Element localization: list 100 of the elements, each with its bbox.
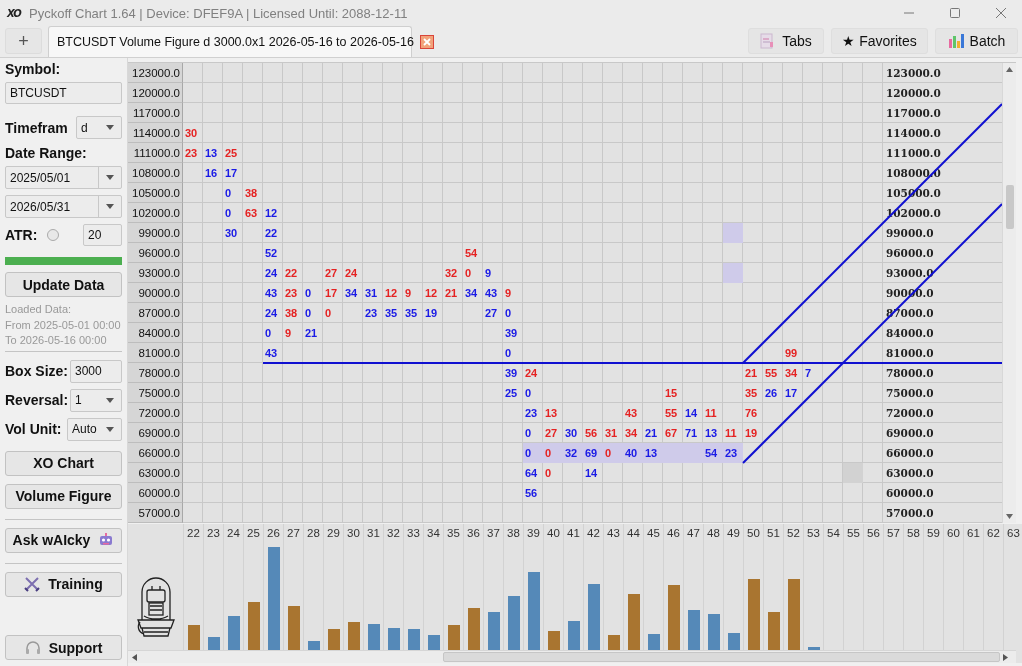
volume-count: 25 <box>504 386 519 401</box>
volume-count: 13 <box>704 426 719 441</box>
volume-count: 13 <box>643 443 663 463</box>
scroll-down-icon[interactable] <box>1006 514 1013 519</box>
volume-figure-button[interactable]: Volume Figure <box>5 483 122 509</box>
close-icon[interactable] <box>996 8 1006 18</box>
ask-assistant-button[interactable]: Ask wAIcky <box>5 527 122 553</box>
volume-count: 23 <box>723 443 743 463</box>
dropdown[interactable]: 2025/05/01 <box>5 166 122 189</box>
volume-bar <box>387 628 400 650</box>
dropdown-arrow-icon[interactable] <box>106 397 114 403</box>
volume-count: 9 <box>484 266 493 281</box>
column-number: 53 <box>807 526 820 541</box>
volume-count: 63 <box>244 206 259 221</box>
volume-count: 23 <box>284 286 299 301</box>
volume-count: 32 <box>563 443 583 463</box>
new-tab-button[interactable]: + <box>5 28 42 54</box>
volume-count: 21 <box>644 426 659 441</box>
volume-count: 17 <box>224 166 239 181</box>
dropdown-arrow-icon[interactable] <box>106 125 114 130</box>
dropdown-arrow-icon[interactable] <box>106 175 114 180</box>
volume-bar <box>327 629 340 650</box>
price-label: 63000.0 <box>128 463 183 483</box>
dropdown[interactable]: 1 <box>70 388 122 412</box>
volume-count: 23 <box>524 406 539 421</box>
atr-radio[interactable] <box>47 229 60 241</box>
volume-count: 34 <box>784 366 799 381</box>
volume-count: 25 <box>224 146 239 161</box>
price-label: 96000.0 <box>128 243 183 263</box>
column-number: 30 <box>347 526 360 541</box>
volume-count: 0 <box>324 306 333 321</box>
column-number: 63 <box>1007 526 1020 541</box>
volume-count: 38 <box>244 186 259 201</box>
column-number: 37 <box>487 526 500 541</box>
batch-button[interactable]: Batch <box>935 28 1018 54</box>
volume-count: 38 <box>284 306 299 321</box>
volume-count: 43 <box>624 406 639 421</box>
bar-chart-icon <box>947 33 964 49</box>
volume-count: 22 <box>284 266 299 281</box>
volume-count: 27 <box>324 266 339 281</box>
volume-count: 19 <box>744 426 759 441</box>
volume-count: 17 <box>324 286 339 301</box>
volume-bar <box>207 636 220 650</box>
column-number: 39 <box>527 526 540 541</box>
volume-count: 69 <box>583 443 603 463</box>
volume-bar <box>707 614 720 650</box>
column-number: 42 <box>587 526 600 541</box>
scrollbar-thumb[interactable] <box>1005 185 1014 229</box>
scrollbar-thumb[interactable] <box>443 652 1000 662</box>
maximize-icon[interactable] <box>950 8 960 18</box>
atr-period-field[interactable]: 20 <box>83 224 122 246</box>
volume-count: 35 <box>744 386 759 401</box>
box-size-field[interactable]: 3000 <box>70 359 122 383</box>
horizontal-scrollbar[interactable] <box>128 650 1016 663</box>
volume-bar <box>727 633 740 650</box>
volume-count: 23 <box>364 306 379 321</box>
dropdown[interactable]: d <box>76 116 122 139</box>
volume-count: 24 <box>264 266 279 281</box>
vertical-scrollbar[interactable] <box>1002 63 1016 523</box>
window-title: Pyckoff Chart 1.64 | Device: DFEF9A | Licensed Until: 2088-12-11 <box>29 5 409 21</box>
atr-label: ATR: <box>5 227 38 243</box>
date-range-label: Date Range: <box>5 145 88 161</box>
timeframe-label: Timefram <box>5 119 68 136</box>
symbol-field[interactable]: BTCUSDT <box>5 82 122 104</box>
support-button[interactable]: Support <box>5 635 122 660</box>
price-label: 93000.0 <box>128 263 183 283</box>
training-button[interactable]: Training <box>5 571 122 597</box>
price-label: 87000.0 <box>128 303 183 323</box>
scroll-right-icon[interactable] <box>1003 653 1008 661</box>
column-number: 33 <box>407 526 420 541</box>
column-number: 58 <box>907 526 920 541</box>
update-data-button[interactable]: Update Data <box>5 272 122 297</box>
volume-count: 17 <box>784 386 799 401</box>
price-label: 72000.0 <box>128 403 183 423</box>
column-number: 40 <box>547 526 560 541</box>
volume-bar <box>627 594 640 650</box>
column-number: 35 <box>447 526 460 541</box>
scroll-left-icon[interactable] <box>132 653 137 661</box>
scroll-up-icon[interactable] <box>1006 67 1013 72</box>
xo-chart-button[interactable]: XO Chart <box>5 450 122 476</box>
close-icon[interactable] <box>419 35 434 49</box>
volume-count: 9 <box>404 286 413 301</box>
dropdown-arrow-icon[interactable] <box>106 426 114 432</box>
volume-bar <box>487 612 500 650</box>
volume-count: 11 <box>704 406 718 421</box>
dropdown[interactable]: Auto <box>67 417 122 441</box>
robot-icon <box>98 532 115 548</box>
dropdown-arrow-icon[interactable] <box>106 204 114 209</box>
volume-count: 21 <box>744 366 759 381</box>
volume-bar <box>307 641 320 650</box>
volume-count: 34 <box>344 286 359 301</box>
headset-icon <box>24 639 41 656</box>
favorites-button[interactable]: ★ Favorites <box>831 28 928 54</box>
volume-count: 24 <box>524 366 539 381</box>
volume-count: 55 <box>764 366 779 381</box>
dropdown[interactable]: 2026/05/31 <box>5 195 122 218</box>
volume-bar <box>687 610 700 650</box>
tabs-button[interactable]: Tabs <box>748 28 824 54</box>
loaded-data-text: To 2026-05-16 00:00 <box>5 333 108 348</box>
volume-count: 54 <box>464 246 479 261</box>
